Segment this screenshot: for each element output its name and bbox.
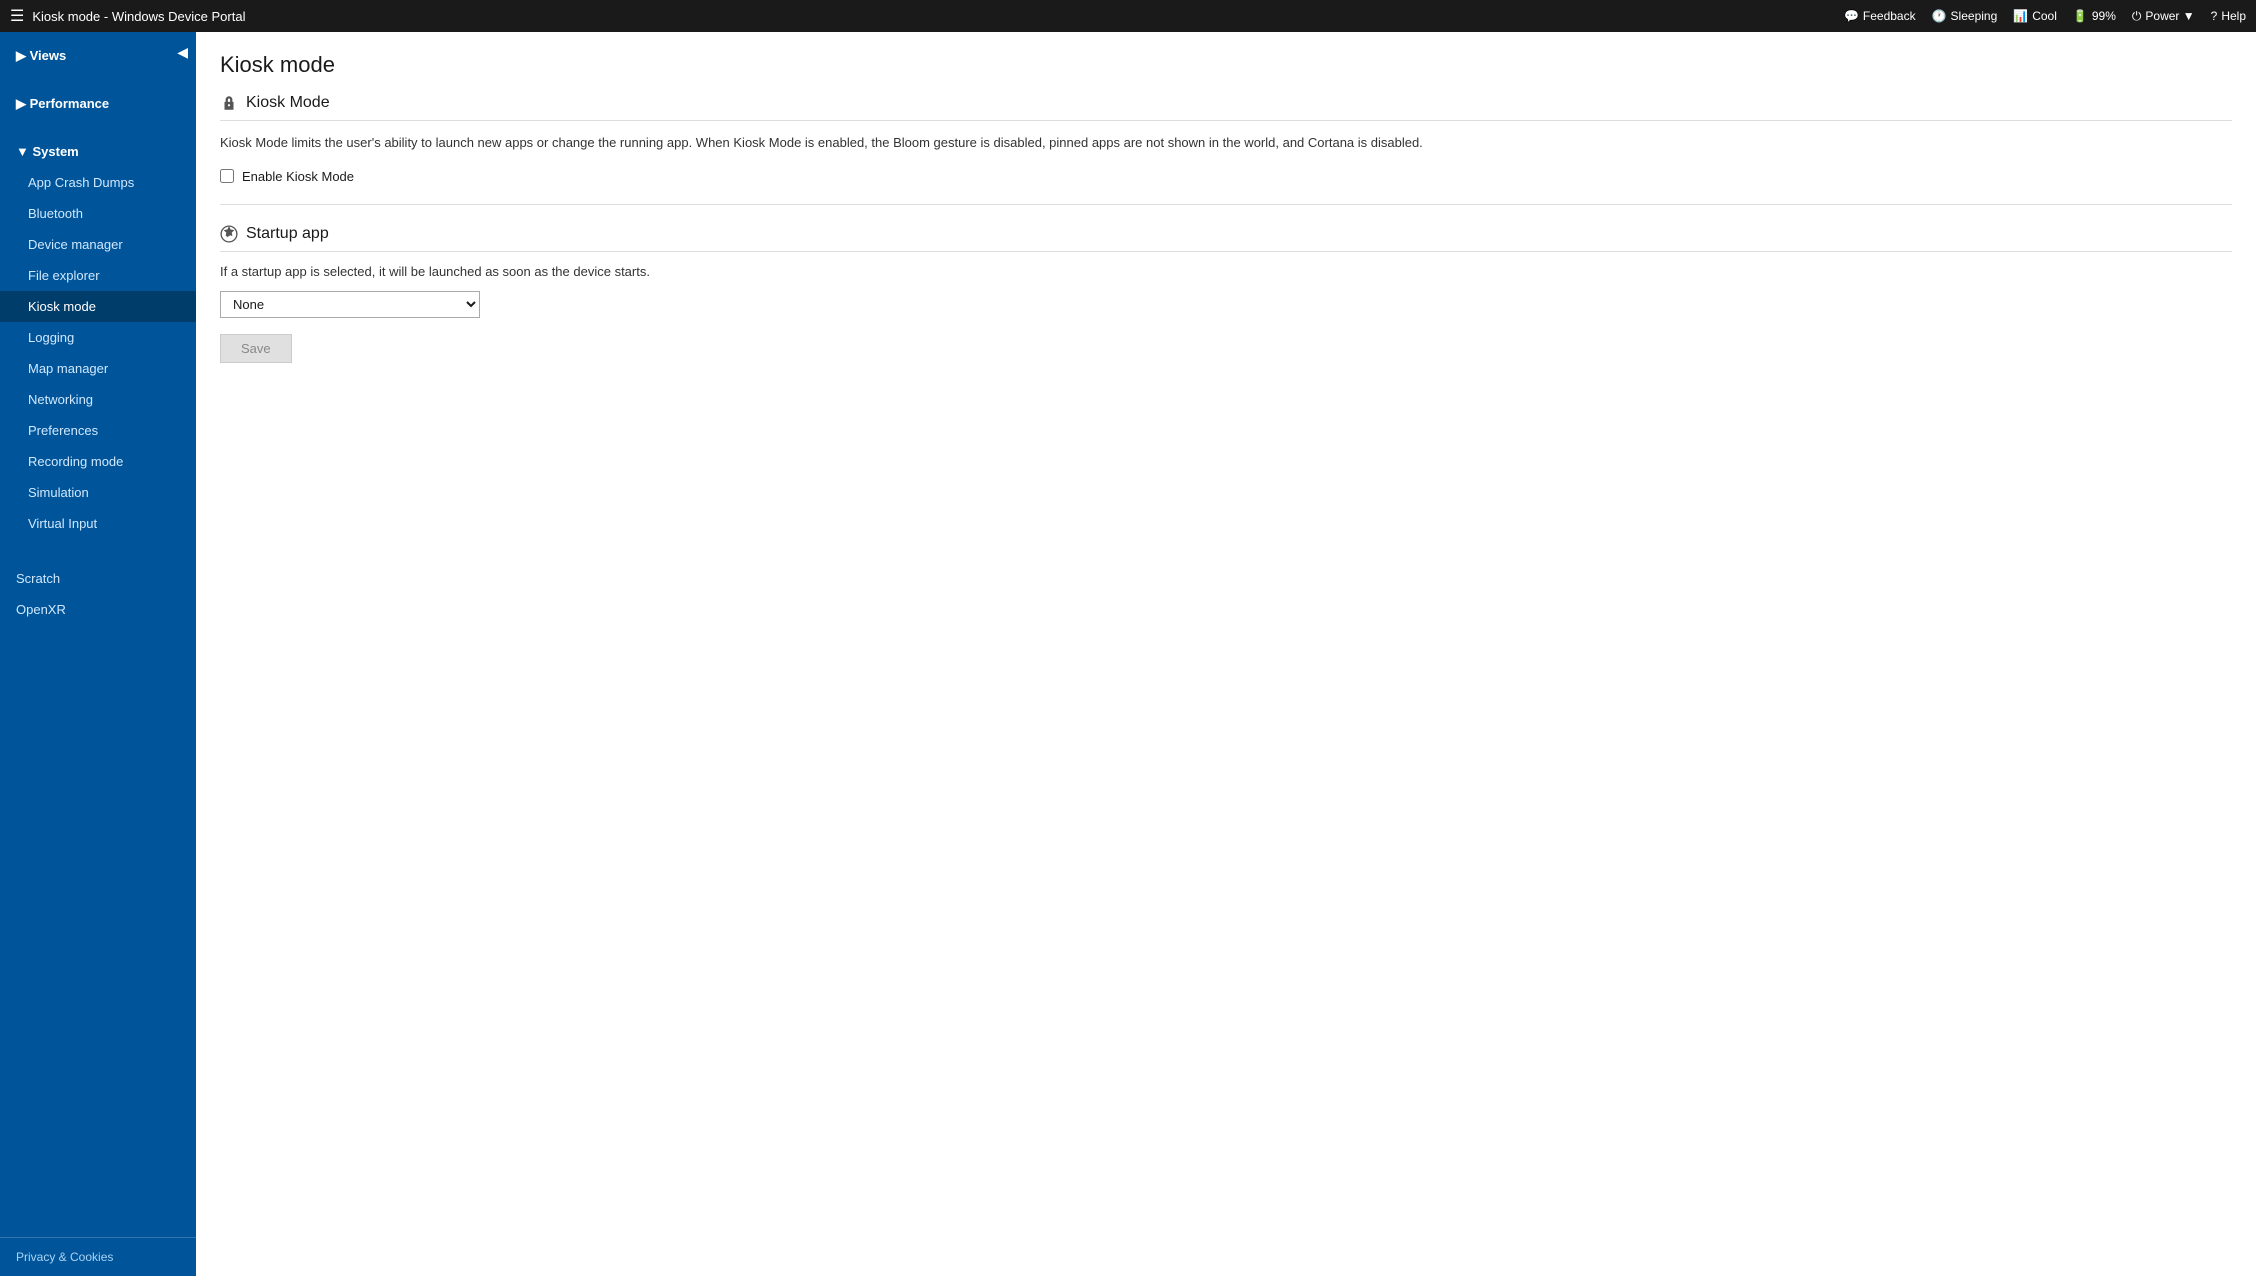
main-layout: ◀ ▶ Views ▶ Performance ▼ System App Cra… — [0, 32, 2256, 1276]
startup-app-description: If a startup app is selected, it will be… — [220, 264, 2232, 279]
help-label: Help — [2221, 9, 2246, 23]
sleeping-button[interactable]: 🕐 Sleeping — [1932, 9, 1998, 23]
sidebar-item-bluetooth[interactable]: Bluetooth — [0, 198, 196, 229]
sidebar-item-device-manager[interactable]: Device manager — [0, 229, 196, 260]
temp-button[interactable]: 📊 Cool — [2013, 9, 2057, 23]
privacy-cookies-link[interactable]: Privacy & Cookies — [0, 1237, 196, 1276]
power-button[interactable]: ⏻ Power ▼ — [2132, 9, 2195, 24]
sidebar-item-logging[interactable]: Logging — [0, 322, 196, 353]
sleep-icon: 🕐 — [1932, 9, 1947, 23]
hamburger-icon[interactable]: ☰ — [10, 6, 24, 26]
kiosk-mode-section-header: Kiosk Mode — [220, 94, 2232, 121]
sidebar-item-scratch[interactable]: Scratch — [0, 563, 196, 594]
titlebar-left: ☰ Kiosk mode - Windows Device Portal — [10, 6, 1844, 26]
page-title: Kiosk mode — [220, 52, 2232, 78]
titlebar: ☰ Kiosk mode - Windows Device Portal 💬 F… — [0, 0, 2256, 32]
sidebar-item-virtual-input[interactable]: Virtual Input — [0, 508, 196, 539]
sidebar-item-preferences[interactable]: Preferences — [0, 415, 196, 446]
help-button[interactable]: ? Help — [2211, 9, 2246, 23]
enable-kiosk-mode-label[interactable]: Enable Kiosk Mode — [242, 169, 354, 184]
sleep-label: Sleeping — [1951, 9, 1998, 23]
divider — [220, 204, 2232, 205]
sidebar-header-system[interactable]: ▼ System — [0, 136, 196, 167]
kiosk-mode-description: Kiosk Mode limits the user's ability to … — [220, 133, 2232, 153]
sidebar-header-views[interactable]: ▶ Views — [0, 40, 196, 72]
sidebar-section-performance: ▶ Performance — [0, 80, 196, 128]
sidebar-collapse-button[interactable]: ◀ — [169, 40, 196, 65]
app-title: Kiosk mode - Windows Device Portal — [32, 9, 245, 24]
sidebar-item-file-explorer[interactable]: File explorer — [0, 260, 196, 291]
startup-app-section-title: Startup app — [246, 225, 329, 243]
temp-icon: 📊 — [2013, 9, 2028, 23]
enable-kiosk-mode-row: Enable Kiosk Mode — [220, 169, 2232, 184]
save-button[interactable]: Save — [220, 334, 292, 363]
titlebar-right: 💬 Feedback 🕐 Sleeping 📊 Cool 🔋 99% ⏻ Pow… — [1844, 9, 2246, 24]
feedback-icon: 💬 — [1844, 9, 1859, 23]
startup-app-section: Startup app If a startup app is selected… — [220, 225, 2232, 363]
sidebar-section-system: ▼ System App Crash Dumps Bluetooth Devic… — [0, 128, 196, 547]
help-icon: ? — [2211, 9, 2218, 23]
sidebar-header-performance[interactable]: ▶ Performance — [0, 88, 196, 120]
sidebar-item-app-crash-dumps[interactable]: App Crash Dumps — [0, 167, 196, 198]
sidebar-item-simulation[interactable]: Simulation — [0, 477, 196, 508]
battery-button[interactable]: 🔋 99% — [2073, 9, 2116, 23]
sidebar-item-networking[interactable]: Networking — [0, 384, 196, 415]
feedback-label: Feedback — [1863, 9, 1916, 23]
sidebar-item-kiosk-mode[interactable]: Kiosk mode — [0, 291, 196, 322]
temp-label: Cool — [2032, 9, 2057, 23]
sidebar-item-recording-mode[interactable]: Recording mode — [0, 446, 196, 477]
lock-icon — [220, 94, 238, 112]
sidebar-item-openxr[interactable]: OpenXR — [0, 594, 196, 625]
sidebar: ◀ ▶ Views ▶ Performance ▼ System App Cra… — [0, 32, 196, 1276]
startup-app-select[interactable]: None — [220, 291, 480, 318]
feedback-button[interactable]: 💬 Feedback — [1844, 9, 1916, 23]
power-icon: ⏻ — [2132, 9, 2142, 24]
battery-icon: 🔋 — [2073, 9, 2088, 23]
battery-label: 99% — [2092, 9, 2116, 23]
enable-kiosk-mode-checkbox[interactable] — [220, 169, 234, 183]
sidebar-section-views: ▶ Views — [0, 32, 196, 80]
power-label: Power ▼ — [2145, 9, 2194, 23]
kiosk-mode-section-title: Kiosk Mode — [246, 94, 330, 112]
sidebar-item-map-manager[interactable]: Map manager — [0, 353, 196, 384]
startup-icon — [220, 225, 238, 243]
startup-app-section-header: Startup app — [220, 225, 2232, 252]
content-area: Kiosk mode Kiosk Mode Kiosk Mode limits … — [196, 32, 2256, 1276]
